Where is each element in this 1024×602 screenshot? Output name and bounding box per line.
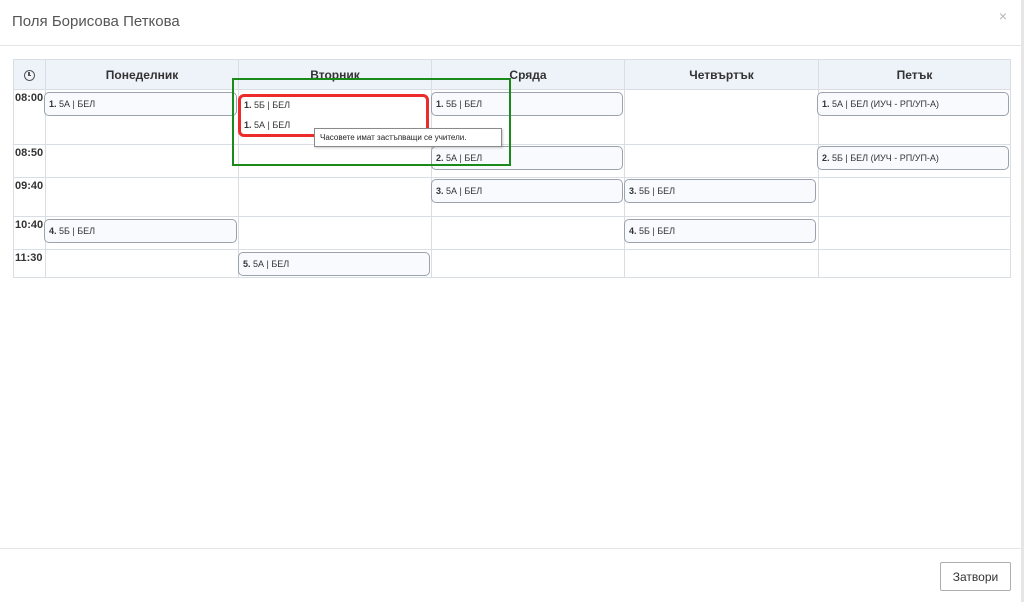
lesson-text: 5Б | БЕЛ: [56, 226, 96, 236]
header-row: Понеделник Вторник Сряда Четвъртък Петък: [13, 59, 1011, 90]
clock-icon: [24, 69, 35, 81]
close-button[interactable]: Затвори: [940, 562, 1011, 591]
lesson-number: 1.: [244, 100, 252, 110]
lesson-card[interactable]: 1. 5Б | БЕЛ: [431, 92, 623, 116]
cell: [238, 177, 432, 217]
lesson-number: 1.: [436, 99, 444, 109]
cell: [624, 249, 819, 278]
cell: [818, 216, 1011, 250]
lesson-number: 1.: [822, 99, 830, 109]
lesson-text: 5Б | БЕЛ: [443, 99, 483, 109]
cell: [238, 144, 432, 178]
cell: [624, 89, 819, 145]
cell: [818, 177, 1011, 217]
close-icon[interactable]: ×: [999, 8, 1007, 24]
time-label: 08:50: [13, 144, 46, 178]
lesson-number: 1.: [244, 120, 252, 130]
modal-footer: [0, 548, 1021, 602]
time-label: 11:30: [13, 249, 46, 278]
lesson-card[interactable]: 2. 5Б | БЕЛ (ИУЧ - РП/УП-А): [817, 146, 1009, 170]
conflict-tooltip: Часовете имат застъпващи се учители.: [314, 128, 502, 147]
lesson-text: 5А | БЕЛ: [251, 120, 291, 130]
lesson-text: 5А | БЕЛ (ИУЧ - РП/УП-А): [829, 99, 940, 109]
lesson-card[interactable]: 3. 5А | БЕЛ: [431, 179, 623, 203]
cell: [238, 216, 432, 250]
lesson-number: 4.: [49, 226, 57, 236]
lesson-card[interactable]: 1. 5А | БЕЛ: [44, 92, 237, 116]
lesson-number: 2.: [822, 153, 830, 163]
lesson-text: 5Б | БЕЛ: [636, 226, 676, 236]
lesson-text: 5А | БЕЛ: [443, 186, 483, 196]
lesson-number: 4.: [629, 226, 637, 236]
lesson-number: 3.: [629, 186, 637, 196]
timetable-modal: Поля Борисова Петкова × Понеделник Вторн…: [0, 0, 1024, 602]
modal-title: Поля Борисова Петкова: [12, 13, 180, 30]
lesson-number: 3.: [436, 186, 444, 196]
time-column-header: [13, 59, 46, 90]
lesson-card[interactable]: 2. 5А | БЕЛ: [431, 146, 623, 170]
day-header-monday: Понеделник: [45, 59, 239, 90]
lesson-card[interactable]: 3. 5Б | БЕЛ: [624, 179, 816, 203]
lesson-number: 1.: [49, 99, 57, 109]
cell: [431, 249, 625, 278]
lesson-text: 5А | БЕЛ: [56, 99, 96, 109]
time-label: 09:40: [13, 177, 46, 217]
lesson-card[interactable]: 1. 5Б | БЕЛ: [240, 97, 425, 117]
cell: [431, 216, 625, 250]
lesson-card[interactable]: 4. 5Б | БЕЛ: [44, 219, 237, 243]
time-label: 10:40: [13, 216, 46, 250]
day-header-thursday: Четвъртък: [624, 59, 819, 90]
lesson-number: 5.: [243, 259, 251, 269]
cell: [818, 249, 1011, 278]
cell: [624, 144, 819, 178]
modal-header: Поля Борисова Петкова ×: [0, 0, 1021, 46]
lesson-card[interactable]: 5. 5А | БЕЛ: [238, 252, 430, 276]
lesson-text: 5А | БЕЛ: [250, 259, 290, 269]
day-header-tuesday: Вторник: [238, 59, 432, 90]
time-label: 08:00: [13, 89, 46, 145]
cell: [45, 177, 239, 217]
lesson-text: 5Б | БЕЛ: [251, 100, 291, 110]
lesson-text: 5Б | БЕЛ (ИУЧ - РП/УП-А): [829, 153, 939, 163]
day-header-friday: Петък: [818, 59, 1011, 90]
cell: [45, 144, 239, 178]
cell: [45, 249, 239, 278]
lesson-card[interactable]: 4. 5Б | БЕЛ: [624, 219, 816, 243]
lesson-card[interactable]: 1. 5А | БЕЛ (ИУЧ - РП/УП-А): [817, 92, 1009, 116]
lesson-text: 5А | БЕЛ: [443, 153, 483, 163]
time-row: 11:30: [13, 249, 1011, 278]
lesson-text: 5Б | БЕЛ: [636, 186, 676, 196]
lesson-number: 2.: [436, 153, 444, 163]
day-header-wednesday: Сряда: [431, 59, 625, 90]
